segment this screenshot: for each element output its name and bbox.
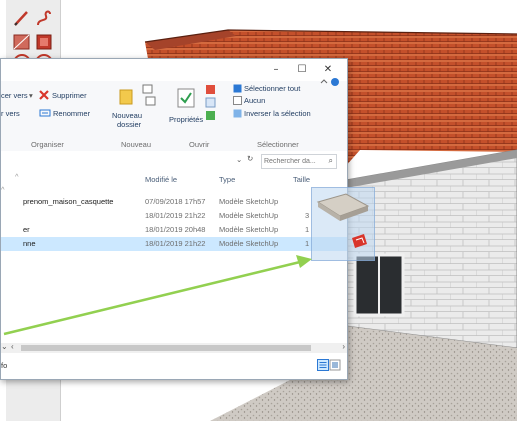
annotation-arrow [3,255,312,336]
